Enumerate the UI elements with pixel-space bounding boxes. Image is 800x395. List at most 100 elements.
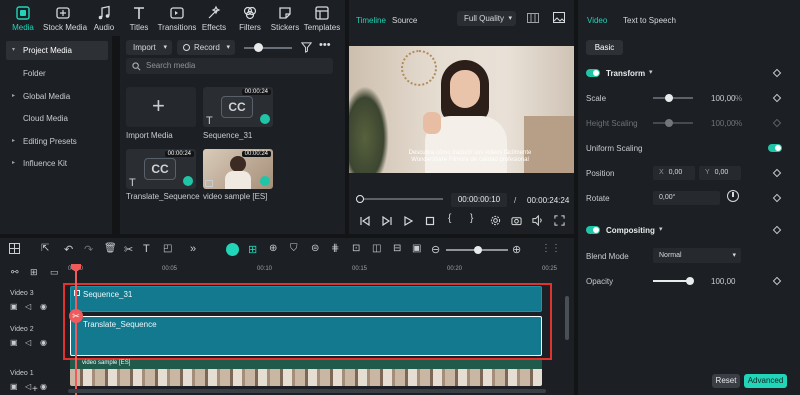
blend-mode-dropdown[interactable]: Normal ▾ [653,248,741,263]
advanced-button[interactable]: Advanced [744,374,787,388]
slider-handle[interactable] [254,43,263,52]
panel-grid-icon[interactable] [9,243,20,254]
tab-transitions[interactable]: Transitions [157,3,197,32]
scale-value[interactable]: 100,00 [711,94,735,103]
visibility-eye-icon[interactable]: ◉ [40,382,47,391]
zoom-in-icon[interactable]: ⊕ [512,243,524,256]
audio-mixer-icon[interactable]: ⋕ [331,243,343,255]
select-arrow-icon[interactable]: ⇱ [41,243,53,255]
previous-frame-icon[interactable] [360,216,370,226]
tab-timeline[interactable]: Timeline [356,16,386,25]
playback-progress-bar[interactable] [356,195,443,203]
media-card-translate-sequence[interactable]: CC 00:00:24 [126,149,196,189]
import-dropdown[interactable]: Import ▾ [126,40,172,55]
horizontal-scrollbar[interactable] [68,389,546,393]
redo-icon[interactable]: ↷ [84,243,96,256]
keyframe-diamond-icon[interactable] [772,68,782,78]
mark-out-icon[interactable]: } [470,213,473,224]
media-card-video-sample[interactable]: 00:00:24 [203,149,273,189]
quality-dropdown[interactable]: Full Quality ▾ [457,11,516,26]
delete-trash-icon[interactable]: 🗑 [104,243,117,255]
zoom-slider[interactable] [446,246,508,254]
progress-handle[interactable] [356,195,364,203]
sidebar-item-editing-presets[interactable]: ▸ Editing Presets [6,132,108,151]
slider-handle[interactable] [686,277,694,285]
tab-video[interactable]: Video [587,16,607,25]
volume-icon[interactable] [532,215,543,226]
sidebar-item-global-media[interactable]: ▸ Global Media [6,87,108,106]
snapshot-image-icon[interactable] [553,12,565,23]
current-time-field[interactable]: 00:00:00:10 [451,193,507,207]
slider-handle[interactable] [474,246,482,254]
speed-icon[interactable]: ⊡ [352,243,364,255]
split-scissors-icon[interactable]: ✂ [124,243,136,256]
ai-assistant-icon[interactable] [226,243,239,256]
visibility-eye-icon[interactable]: ◉ [40,338,47,347]
chevron-down-icon[interactable]: ▾ [649,68,653,76]
camera-snapshot-icon[interactable] [511,215,522,226]
color-match-icon[interactable]: ▣ [412,243,424,255]
visibility-eye-icon[interactable]: ◉ [40,302,47,311]
tab-source[interactable]: Source [392,16,417,25]
thumbnail-size-slider[interactable] [244,43,292,52]
snap-magnet-icon[interactable]: ⊞ [248,243,260,256]
zoom-out-icon[interactable]: ⊖ [431,243,443,256]
sidebar-item-cloud-media[interactable]: Cloud Media [6,109,108,128]
stabilize-icon[interactable]: ⊟ [393,243,405,255]
uniform-scaling-toggle[interactable] [768,144,782,152]
layout-options-icon[interactable]: ⋮⋮ [541,243,561,255]
subtab-basic[interactable]: Basic [586,40,623,55]
keyframe-diamond-icon[interactable] [772,225,782,235]
next-frame-icon[interactable] [382,216,392,226]
time-ruler[interactable]: 00:00 00:05 00:10 00:15 00:20 00:25 [68,264,564,278]
add-track-plus-icon[interactable]: + [32,384,38,395]
position-x-field[interactable]: X 0,00 [653,166,695,180]
slider-handle[interactable] [665,94,673,102]
search-input[interactable]: Search media [126,58,333,74]
add-marker-icon[interactable]: ⊕ [269,243,281,255]
keyframe-icon[interactable]: ◫ [372,243,384,255]
undo-icon[interactable]: ↶ [64,243,76,256]
tab-text-to-speech[interactable]: Text to Speech [623,16,676,25]
more-tools-icon[interactable]: » [190,243,202,255]
sidebar-item-influence-kit[interactable]: ▸ Influence Kit [6,154,108,173]
text-t-icon[interactable]: T [143,243,155,255]
tab-stock-media[interactable]: Stock Media [43,3,87,32]
tab-media[interactable]: Media [3,3,43,32]
link-icon[interactable]: ⚯ [11,267,19,278]
keyframe-diamond-icon[interactable] [772,193,782,203]
folder-icon[interactable]: ▣ [10,382,18,391]
record-voiceover-icon[interactable]: ⊜ [311,243,323,255]
record-dropdown[interactable]: Record ▾ [177,40,235,55]
audio-mute-icon[interactable]: ◁ [25,338,31,347]
tab-titles[interactable]: Titles [119,3,159,32]
audio-mute-icon[interactable]: ◁ [25,382,31,391]
opacity-value[interactable]: 100,00 [711,277,735,286]
tab-filters[interactable]: Filters [230,3,270,32]
tab-audio[interactable]: Audio [84,3,124,32]
folder-icon[interactable]: ▣ [10,338,18,347]
scissors-split-icon[interactable]: ✂ [69,309,83,323]
stop-icon[interactable] [425,216,435,226]
media-card-sequence-31[interactable]: CC 00:00:24 [203,87,273,127]
grid-view-icon[interactable] [527,13,539,23]
rotate-field[interactable]: 0,00° [653,191,720,205]
clip-video-sample[interactable]: video sample [ES] [70,360,542,386]
transform-toggle[interactable] [586,69,600,77]
position-y-field[interactable]: Y 0,00 [699,166,741,180]
add-track-icon[interactable]: ⊞ [30,267,38,278]
audio-mute-icon[interactable]: ◁ [25,302,31,311]
mark-in-icon[interactable]: { [448,213,451,224]
reset-button[interactable]: Reset [712,374,740,388]
play-icon[interactable] [403,216,413,226]
video-preview[interactable]: Descubra cómo traducir sus videos fácilm… [349,46,574,173]
tab-templates[interactable]: Templates [302,3,342,32]
folder-icon[interactable]: ▣ [10,302,18,311]
rotate-dial-icon[interactable] [727,190,739,202]
fullscreen-icon[interactable] [554,215,565,226]
tab-stickers[interactable]: Stickers [265,3,305,32]
shield-icon[interactable]: ⛉ [290,243,302,255]
sidebar-item-project-media[interactable]: ▾ Project Media [6,41,108,60]
chevron-down-icon[interactable]: ▾ [659,225,663,233]
crop-icon[interactable]: ◰ [163,243,175,255]
